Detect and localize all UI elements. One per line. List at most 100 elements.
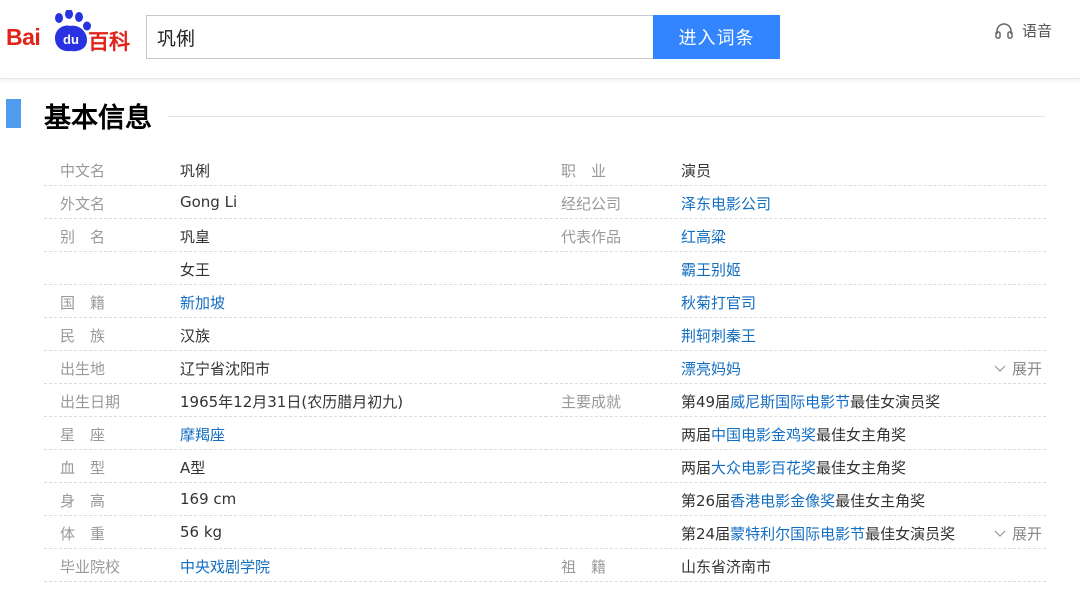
info-value-text: 山东省济南市 [681,558,772,576]
info-value: 山东省济南市 [681,556,771,577]
info-row: 民 族 汉族 [44,318,547,351]
info-row: 国 籍 新加坡 [44,285,547,318]
expand-button[interactable]: 展开 [994,523,1042,544]
info-value-text: 汉族 [180,327,211,345]
info-row: 女王 [44,252,547,285]
info-value-text: 56 kg [180,523,223,541]
section-marker [6,99,21,128]
info-value: 霸王别姬 [681,259,741,280]
info-value: 秋菊打官司 [681,292,756,313]
logo-text-baike: 百科 [88,30,130,54]
info-value: Gong Li [180,193,237,211]
info-value-text: 最佳女演员奖 [865,525,956,543]
info-value: 中央戏剧学院 [180,556,270,577]
info-value: 第26届香港电影金像奖最佳女主角奖 [681,490,925,511]
info-row: 两届大众电影百花奖最佳女主角奖 [545,450,1046,483]
info-row: 祖 籍 山东省济南市 [545,549,1046,582]
info-value: 169 cm [180,490,236,508]
info-label: 中文名 [60,162,106,180]
expand-button[interactable]: 展开 [994,358,1042,379]
info-value-text: 第24届 [681,525,731,543]
info-label: 代表作品 [561,228,622,246]
info-value-link[interactable]: 中国电影金鸡奖 [711,426,816,444]
baidu-baike-logo[interactable]: Bai du 百科 [6,10,136,60]
chevron-down-icon [994,365,1006,372]
info-value: 两届大众电影百花奖最佳女主角奖 [681,457,906,478]
info-row: 荆轲刺秦王 [545,318,1046,351]
info-label: 国 籍 [60,294,106,312]
info-row: 霸王别姬 [545,252,1046,285]
info-value-link[interactable]: 霸王别姬 [681,261,741,279]
info-row: 职 业 演员 [545,153,1046,186]
info-value: 漂亮妈妈 [681,358,741,379]
info-value: 1965年12月31日(农历腊月初九) [180,391,403,412]
info-value-link[interactable]: 摩羯座 [180,426,225,444]
info-value-text: 169 cm [180,490,237,508]
voice-button[interactable]: 语音 [994,20,1052,41]
info-value-text: Gong Li [180,193,238,211]
search-box [146,15,654,59]
info-value-text: 第49届 [681,393,731,411]
info-row: 经纪公司 泽东电影公司 [545,186,1046,219]
info-value: 荆轲刺秦王 [681,325,756,346]
info-value: 两届中国电影金鸡奖最佳女主角奖 [681,424,906,445]
info-row: 主要成就 第49届威尼斯国际电影节最佳女演员奖 [545,384,1046,417]
info-label: 身 高 [60,492,106,510]
info-value: 演员 [681,160,711,181]
info-value-link[interactable]: 荆轲刺秦王 [681,327,756,345]
info-value-text: 1965年12月31日(农历腊月初九) [180,393,404,411]
info-row: 出生日期 1965年12月31日(农历腊月初九) [44,384,547,417]
info-value-link[interactable]: 香港电影金像奖 [730,492,835,510]
chevron-down-icon [994,530,1006,537]
info-value-text: 巩俐 [180,162,211,180]
info-label: 经纪公司 [561,195,622,213]
info-value-link[interactable]: 秋菊打官司 [681,294,756,312]
info-value-text: 两届 [681,459,712,477]
info-row: 身 高 169 cm [44,483,547,516]
info-label: 民 族 [60,327,106,345]
info-row: 外文名 Gong Li [44,186,547,219]
section-title: 基本信息 [44,103,152,134]
search-input[interactable] [147,16,654,58]
info-value-link[interactable]: 漂亮妈妈 [681,360,741,378]
info-value: 汉族 [180,325,210,346]
info-value: 摩羯座 [180,424,225,445]
info-value-link[interactable]: 威尼斯国际电影节 [730,393,850,411]
info-value: 第49届威尼斯国际电影节最佳女演员奖 [681,391,940,412]
section-divider [168,116,1045,117]
info-row: 两届中国电影金鸡奖最佳女主角奖 [545,417,1046,450]
enter-entry-button[interactable]: 进入词条 [653,15,780,59]
info-row: 别 名 巩皇 [44,219,547,252]
info-value-text: 巩皇 [180,228,211,246]
info-value-link[interactable]: 红高粱 [681,228,726,246]
info-row: 第24届蒙特利尔国际电影节最佳女演员奖 展开 [545,516,1046,549]
info-row: 毕业院校 中央戏剧学院 [44,549,547,582]
info-value-text: 最佳女演员奖 [850,393,941,411]
info-label: 星 座 [60,426,106,444]
info-value-link[interactable]: 蒙特利尔国际电影节 [730,525,865,543]
info-row: 第26届香港电影金像奖最佳女主角奖 [545,483,1046,516]
info-value: 第24届蒙特利尔国际电影节最佳女演员奖 [681,523,955,544]
info-value: 泽东电影公司 [681,193,771,214]
info-row: 星 座 摩羯座 [44,417,547,450]
info-value: 女王 [180,259,210,280]
info-value: 新加坡 [180,292,225,313]
info-value-link[interactable]: 中央戏剧学院 [180,558,270,576]
info-label: 出生地 [60,360,106,378]
headphones-icon [995,22,1013,39]
info-value-text: 第26届 [681,492,731,510]
info-label: 体 重 [60,525,106,543]
info-value-link[interactable]: 新加坡 [180,294,225,312]
logo-text-bai: Bai [6,24,41,50]
info-value-text: A型 [180,459,206,477]
logo-text-du: du [63,32,79,47]
top-header: Bai du 百科 进入词条 语音 [0,0,1080,79]
voice-label: 语音 [1022,22,1053,40]
info-row: 体 重 56 kg [44,516,547,549]
info-label: 毕业院校 [60,558,121,576]
info-value-link[interactable]: 大众电影百花奖 [711,459,816,477]
info-value-link[interactable]: 泽东电影公司 [681,195,771,213]
info-value-text: 最佳女主角奖 [816,426,907,444]
info-value: 红高粱 [681,226,726,247]
info-value: A型 [180,457,205,478]
